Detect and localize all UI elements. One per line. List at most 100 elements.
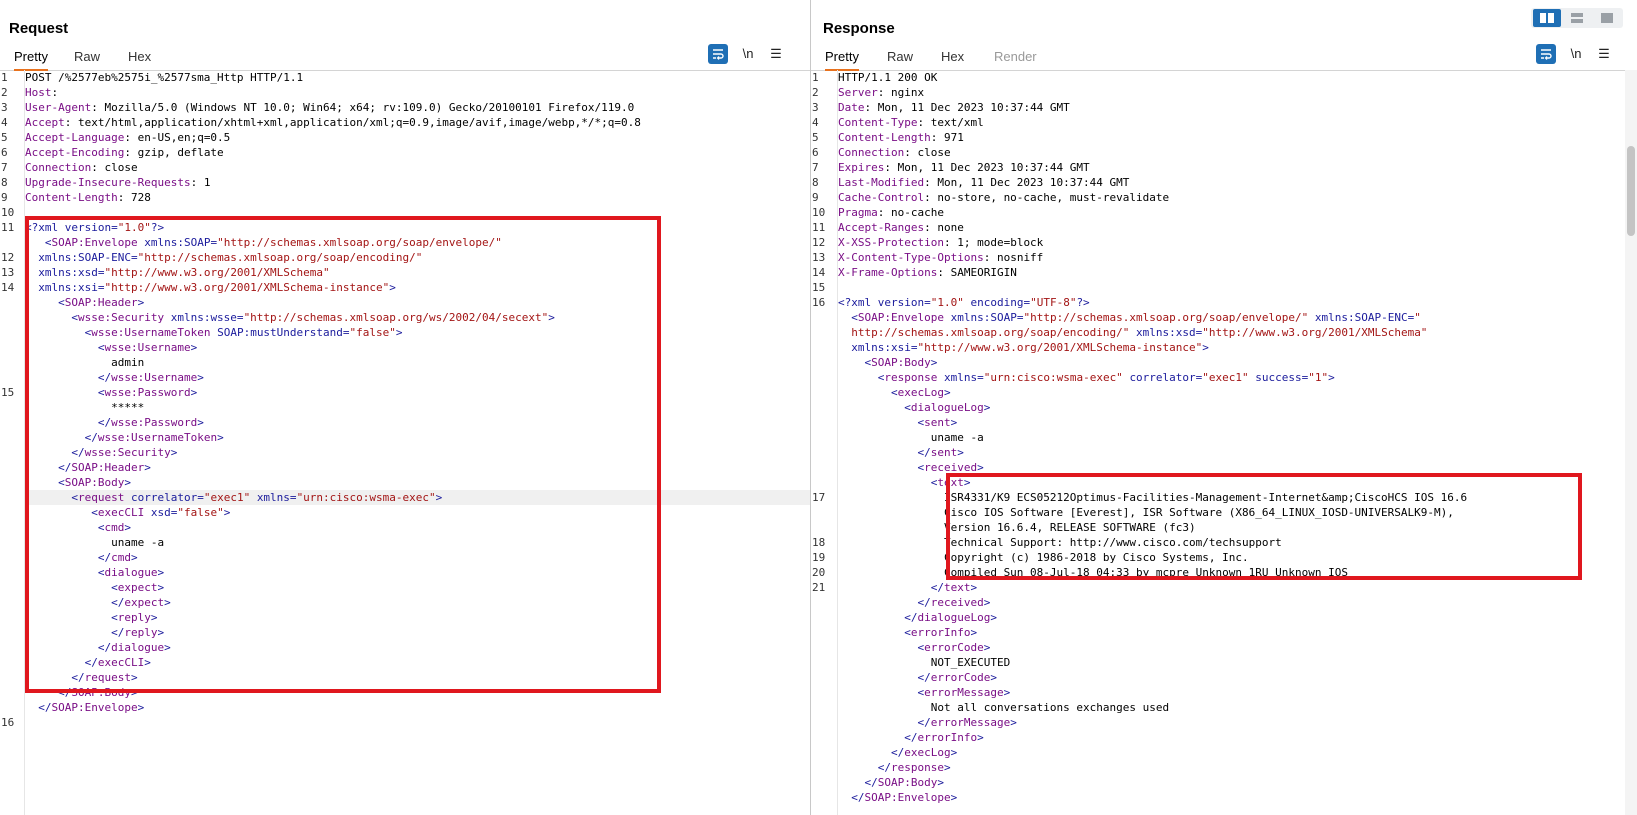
body-line: Copyright (c) 1986-2018 by Cisco Systems… bbox=[838, 551, 1249, 564]
layout-toggle bbox=[1531, 8, 1623, 28]
header-line: Last-Modified: Mon, 11 Dec 2023 10:37:44… bbox=[838, 176, 1130, 189]
request-editor[interactable]: POST /%2577eb%2575i_%2577sma_Http HTTP/1… bbox=[25, 70, 810, 815]
response-title: Response bbox=[823, 20, 895, 37]
line-number: 2 bbox=[812, 86, 819, 99]
header-line: User-Agent: Mozilla/5.0 (Windows NT 10.0… bbox=[25, 101, 635, 114]
body-line: http://schemas.xmlsoap.org/soap/encoding… bbox=[851, 326, 1428, 339]
split-vertical-icon[interactable] bbox=[1563, 9, 1591, 27]
body-line: </errorCode> bbox=[917, 671, 997, 684]
header-line: Upgrade-Insecure-Requests: 1 bbox=[25, 176, 211, 189]
newline-toggle-button[interactable]: \n bbox=[1566, 44, 1586, 64]
body-line: <response xmlns="urn:cisco:wsma-exec" co… bbox=[877, 371, 1335, 384]
body-line: <expect> bbox=[111, 581, 165, 594]
body-line: <wsse:Password> bbox=[97, 386, 198, 399]
header-line: Content-Length: 971 bbox=[838, 131, 964, 144]
body-line: <errorCode> bbox=[917, 641, 991, 654]
body-line: </SOAP:Envelope> bbox=[851, 791, 958, 804]
body-line: <wsse:Security xmlns:wsse="http://schema… bbox=[71, 311, 555, 324]
body-line: xmlns:xsd="http://www.w3.org/2001/XMLSch… bbox=[38, 266, 330, 279]
body-line: </wsse:UsernameToken> bbox=[84, 431, 224, 444]
line-number: 4 bbox=[812, 116, 819, 129]
hamburger-icon[interactable]: ☰ bbox=[1594, 44, 1614, 64]
request-tab-raw[interactable]: Raw bbox=[74, 48, 100, 69]
line-number: 16 bbox=[812, 296, 826, 309]
body-line: </dialogueLog> bbox=[904, 611, 997, 624]
line-number: 14 bbox=[812, 266, 826, 279]
body-line: </wsse:Password> bbox=[97, 416, 204, 429]
line-number: 12 bbox=[812, 236, 826, 249]
response-editor[interactable]: HTTP/1.1 200 OK Server: nginx Date: Mon, 1… bbox=[838, 70, 1637, 815]
body-line: </cmd> bbox=[97, 551, 138, 564]
response-toolbar: \n ☰ bbox=[1536, 44, 1616, 64]
response-tabs: Pretty Raw Hex Render bbox=[811, 48, 1637, 71]
header-line: Connection: close bbox=[838, 146, 951, 159]
header-line: X-Frame-Options: SAMEORIGIN bbox=[838, 266, 1017, 279]
request-tab-hex[interactable]: Hex bbox=[128, 48, 151, 69]
header-line: Host: bbox=[25, 86, 65, 99]
header-line: X-Content-Type-Options: nosniff bbox=[838, 251, 1044, 264]
body-line: <execCLI xsd="false"> bbox=[91, 506, 231, 519]
body-line: </errorInfo> bbox=[904, 731, 984, 744]
line-number: 6 bbox=[1, 146, 8, 159]
body-line: </SOAP:Envelope> bbox=[38, 701, 145, 714]
header-line: HTTP/1.1 200 OK bbox=[838, 71, 938, 84]
body-line: <cmd> bbox=[97, 521, 131, 534]
hamburger-icon[interactable]: ☰ bbox=[766, 44, 786, 64]
request-tab-pretty[interactable]: Pretty bbox=[14, 48, 48, 71]
line-number: 3 bbox=[812, 101, 819, 114]
body-line: <errorMessage> bbox=[917, 686, 1011, 699]
body-line: <wsse:Username> bbox=[97, 341, 198, 354]
response-scrollbar[interactable] bbox=[1625, 70, 1637, 815]
body-line: </text> bbox=[930, 581, 978, 594]
body-line: </SOAP:Header> bbox=[58, 461, 151, 474]
line-number: 19 bbox=[812, 551, 826, 564]
scrollbar-thumb[interactable] bbox=[1627, 146, 1635, 236]
body-line: <execLog> bbox=[890, 386, 951, 399]
line-number: 17 bbox=[812, 491, 826, 504]
body-line: xmlns:xsi="http://www.w3.org/2001/XMLSch… bbox=[38, 281, 396, 294]
split-horizontal-icon[interactable] bbox=[1533, 9, 1561, 27]
line-number: 5 bbox=[1, 131, 8, 144]
wrap-lines-icon[interactable] bbox=[1536, 44, 1556, 64]
request-panel: Request Pretty Raw Hex \n ☰ 1 2 3 4 5 6 … bbox=[0, 0, 811, 815]
single-pane-icon[interactable] bbox=[1593, 9, 1621, 27]
response-tab-raw[interactable]: Raw bbox=[887, 48, 913, 69]
line-number: 4 bbox=[1, 116, 8, 129]
body-line: <request correlator="exec1" xmlns="urn:c… bbox=[25, 490, 810, 505]
request-toolbar: \n ☰ bbox=[708, 44, 788, 64]
body-line: </wsse:Security> bbox=[71, 446, 178, 459]
body-line: <dialogue> bbox=[97, 566, 165, 579]
request-line-gutter: 1 2 3 4 5 6 7 8 9 10 11 12 13 14 15 16 bbox=[0, 70, 25, 815]
line-number: 1 bbox=[1, 71, 8, 84]
line-number: 6 bbox=[812, 146, 819, 159]
header-line: Connection: close bbox=[25, 161, 138, 174]
body-line: <SOAP:Envelope xmlns:SOAP="http://schema… bbox=[44, 236, 502, 249]
line-number: 9 bbox=[1, 191, 8, 204]
response-tab-hex[interactable]: Hex bbox=[941, 48, 964, 69]
response-tab-pretty[interactable]: Pretty bbox=[825, 48, 859, 71]
response-panel: Response Pretty Raw Hex Render \n ☰ 1 2 … bbox=[811, 0, 1637, 815]
body-line: ISR4331/K9 ECS05212Optimus-Facilities-Ma… bbox=[838, 491, 1468, 504]
request-title: Request bbox=[9, 20, 69, 37]
body-line: </execLog> bbox=[890, 746, 958, 759]
body-line: admin bbox=[25, 356, 145, 369]
body-line: <dialogueLog> bbox=[904, 401, 991, 414]
line-number: 5 bbox=[812, 131, 819, 144]
body-line: ***** bbox=[25, 401, 145, 414]
header-line: Content-Length: 728 bbox=[25, 191, 151, 204]
body-line: Cisco IOS Software [Everest], ISR Softwa… bbox=[838, 506, 1454, 519]
body-line: </dialogue> bbox=[97, 641, 171, 654]
header-line: Accept: text/html,application/xhtml+xml,… bbox=[25, 116, 641, 129]
header-line: Content-Type: text/xml bbox=[838, 116, 984, 129]
header-line: Server: nginx bbox=[838, 86, 925, 99]
response-tab-render[interactable]: Render bbox=[994, 48, 1037, 69]
body-line: Technical Support: http://www.cisco.com/… bbox=[838, 536, 1282, 549]
newline-toggle-button[interactable]: \n bbox=[738, 44, 758, 64]
body-line: uname -a bbox=[838, 431, 984, 444]
body-line: <received> bbox=[917, 461, 984, 474]
line-number: 1 bbox=[812, 71, 819, 84]
wrap-lines-icon[interactable] bbox=[708, 44, 728, 64]
body-line: </wsse:Username> bbox=[97, 371, 204, 384]
body-line: </request> bbox=[71, 671, 138, 684]
